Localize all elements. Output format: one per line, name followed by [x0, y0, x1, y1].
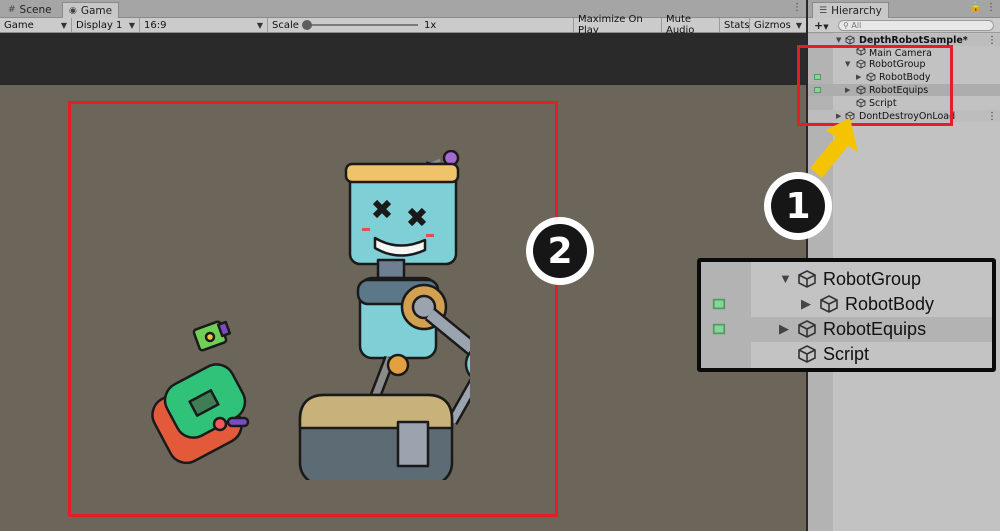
scale-value: 1x — [424, 19, 437, 31]
scale-slider-track[interactable] — [306, 24, 418, 26]
tab-scene-label: Scene — [19, 4, 52, 16]
callout-2: 2 — [526, 217, 594, 285]
visibility-toggle-icon — [712, 298, 726, 310]
search-icon: ⚲ — [843, 20, 849, 30]
scene-icon: # — [8, 5, 16, 15]
expand-triangle-icon: ▼ — [779, 271, 792, 286]
display-dropdown-label: Display 1 — [76, 19, 123, 31]
stats-toggle[interactable]: Stats — [720, 18, 750, 32]
expand-triangle-icon: ▶ — [801, 296, 811, 311]
zoom-item-label: Script — [823, 344, 870, 364]
callout-1-label: 1 — [771, 179, 825, 233]
hierarchy-toolbar: +▼ ⚲ All — [808, 18, 1000, 33]
gameobject-icon — [798, 345, 816, 363]
zoom-item-label: RobotBody — [845, 294, 935, 314]
expand-triangle-icon: ▶ — [779, 321, 789, 336]
game-highlight-box — [68, 101, 558, 517]
gizmos-dropdown[interactable]: Gizmos ▼ — [750, 18, 806, 32]
zoom-item-robotbody: ▶ RobotBody — [701, 292, 992, 317]
chevron-down-icon: ▼ — [823, 22, 829, 31]
zoom-item-robotgroup: ▼ RobotGroup — [701, 267, 992, 292]
view-dropdown-label: Game — [4, 19, 34, 31]
chevron-down-icon: ▼ — [128, 20, 135, 30]
callout-1: 1 — [764, 172, 832, 240]
chevron-down-icon: ▼ — [60, 20, 67, 30]
zoom-item-label: RobotEquips — [823, 319, 927, 339]
view-dropdown[interactable]: Game ▼ — [0, 18, 72, 32]
gameobject-icon — [820, 295, 838, 313]
game-controller-icon: ◉ — [69, 5, 77, 16]
tab-scene[interactable]: # Scene — [2, 2, 58, 18]
more-icon: ⋮ — [986, 2, 996, 13]
pointer-arrow-icon — [810, 118, 858, 178]
more-icon[interactable]: ⋮ — [987, 111, 997, 122]
zoom-item-robotequips: ▶ RobotEquips — [701, 317, 992, 342]
chevron-down-icon: ▼ — [795, 20, 802, 30]
more-icon[interactable]: ⋮ — [987, 35, 997, 46]
tab-game[interactable]: ◉ Game — [62, 2, 120, 18]
tab-menu-hierarchy[interactable]: 🔒 ⋮ — [970, 2, 996, 13]
right-tab-bar: ☰ Hierarchy 🔒 ⋮ — [808, 0, 1000, 18]
gizmos-label: Gizmos — [754, 19, 791, 31]
scale-control: Scale 1x — [268, 18, 574, 32]
scale-slider-handle[interactable] — [302, 20, 312, 30]
callout-2-label: 2 — [533, 224, 587, 278]
zoom-item-script: Script — [701, 342, 992, 367]
hierarchy-search-input[interactable]: ⚲ All — [838, 19, 994, 31]
hierarchy-zoom-inset: ▼ RobotGroup ▶ RobotBody ▶ RobotEquips S… — [697, 258, 996, 372]
unity-scene-icon — [845, 35, 855, 45]
display-dropdown[interactable]: Display 1 ▼ — [72, 18, 140, 32]
hierarchy-icon: ☰ — [819, 5, 828, 16]
tab-hierarchy-label: Hierarchy — [831, 4, 882, 17]
game-toolbar: Game ▼ Display 1 ▼ 16:9 ▼ Scale 1x Maxim… — [0, 14, 806, 36]
gameobject-icon — [798, 320, 816, 338]
scale-label: Scale — [272, 19, 299, 31]
game-view-letterbox — [0, 33, 806, 85]
aspect-dropdown-label: 16:9 — [144, 19, 167, 31]
stats-label: Stats — [724, 19, 750, 31]
maximize-on-play-toggle[interactable]: Maximize On Play — [574, 14, 662, 36]
search-placeholder: All — [851, 20, 862, 30]
add-object-label: + — [814, 18, 824, 32]
visibility-toggle-icon — [712, 323, 726, 335]
gameobject-icon — [798, 270, 816, 288]
tab-game-label: Game — [80, 4, 113, 17]
expand-triangle-icon[interactable]: ▼ — [836, 36, 841, 44]
zoom-item-label: RobotGroup — [823, 269, 922, 289]
tab-menu[interactable]: ⋮ — [792, 2, 802, 13]
more-icon: ⋮ — [792, 2, 802, 13]
mute-audio-toggle[interactable]: Mute Audio — [662, 14, 720, 36]
scene-name: DepthRobotSample* — [859, 34, 968, 46]
chevron-down-icon: ▼ — [256, 20, 263, 30]
aspect-dropdown[interactable]: 16:9 ▼ — [140, 18, 268, 32]
tab-hierarchy[interactable]: ☰ Hierarchy — [812, 2, 889, 18]
add-object-button[interactable]: +▼ — [808, 19, 834, 32]
lock-icon: 🔒 — [969, 2, 982, 13]
